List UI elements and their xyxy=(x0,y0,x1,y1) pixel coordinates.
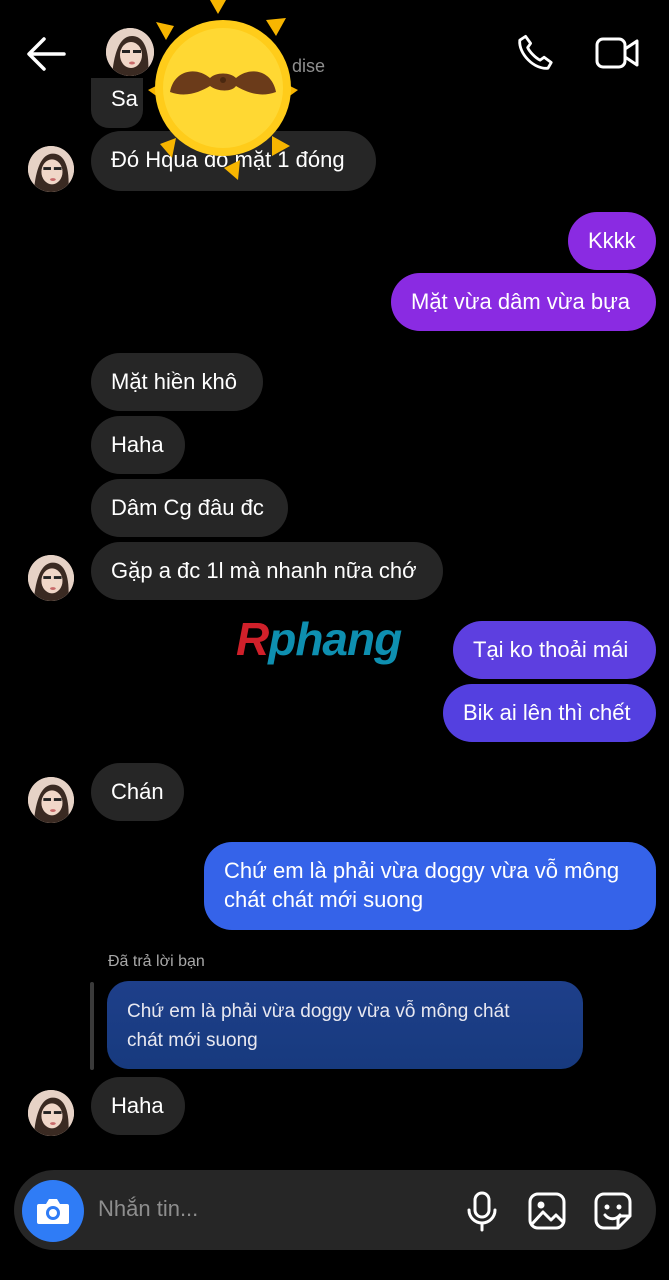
message-bubble-out[interactable]: Kkkk xyxy=(568,212,656,270)
message-bubble-out[interactable]: Chứ em là phải vừa doggy vừa vỗ mông chá… xyxy=(204,842,656,930)
message-text: Tại ko thoải mái xyxy=(473,637,629,662)
message-bubble-out[interactable]: Bik ai lên thì chết xyxy=(443,684,656,742)
sender-avatar[interactable] xyxy=(28,1090,74,1136)
message-text: Mặt hiền khô xyxy=(111,369,237,394)
watermark-logo: Rphang xyxy=(236,613,402,665)
microphone-icon[interactable] xyxy=(462,1190,502,1232)
sticker-icon[interactable] xyxy=(592,1190,634,1232)
message-bubble-out[interactable]: Mặt vừa dâm vừa bựa xyxy=(391,273,656,331)
quoted-text-line: Chứ em là phải vừa doggy vừa vỗ mông chá… xyxy=(127,1001,510,1022)
reply-divider xyxy=(90,982,94,1070)
message-text: Haha xyxy=(111,1093,164,1118)
sender-avatar[interactable] xyxy=(28,777,74,823)
phone-icon[interactable] xyxy=(514,32,556,74)
video-camera-icon[interactable] xyxy=(594,34,640,72)
back-arrow-icon[interactable] xyxy=(24,34,68,74)
camera-icon[interactable] xyxy=(22,1180,84,1242)
message-text: Sa xyxy=(111,86,138,111)
reply-label: Đã trả lời bạn xyxy=(108,953,205,970)
message-text: Kkkk xyxy=(588,228,636,253)
contact-avatar[interactable] xyxy=(106,28,154,76)
message-bubble-in[interactable]: Mặt hiền khô xyxy=(91,353,263,411)
sender-avatar[interactable] xyxy=(28,555,74,601)
message-bubble-in[interactable]: Gặp a đc 1l mà nhanh nữa chớ xyxy=(91,542,443,600)
message-text: Chán xyxy=(111,779,164,804)
sun-mustache-sticker-icon xyxy=(148,0,298,180)
image-icon[interactable] xyxy=(526,1190,568,1232)
message-text: Gặp a đc 1l mà nhanh nữa chớ xyxy=(111,558,417,583)
message-input[interactable]: Nhắn tin... xyxy=(98,1196,198,1222)
message-text: Haha xyxy=(111,432,164,457)
message-bubble-in[interactable]: Dâm Cg đâu đc xyxy=(91,479,288,537)
message-text: Mặt vừa dâm vừa bựa xyxy=(411,289,631,314)
message-bubble-out[interactable]: Tại ko thoải mái xyxy=(453,621,656,679)
message-text: Dâm Cg đâu đc xyxy=(111,495,264,520)
message-text-line: chát chát mới suong xyxy=(224,887,424,912)
sender-avatar[interactable] xyxy=(28,146,74,192)
quoted-message[interactable]: Chứ em là phải vừa doggy vừa vỗ mông chá… xyxy=(107,981,583,1069)
message-bubble-in[interactable]: Sa xyxy=(91,78,143,128)
message-text: Bik ai lên thì chết xyxy=(463,700,631,725)
quoted-text-line: chát mới suong xyxy=(127,1030,258,1051)
message-bubble-in[interactable]: Haha xyxy=(91,1077,185,1135)
message-bubble-in[interactable]: Haha xyxy=(91,416,185,474)
message-text-line: Chứ em là phải vừa doggy vừa vỗ mông xyxy=(224,858,620,883)
message-bubble-in[interactable]: Chán xyxy=(91,763,184,821)
